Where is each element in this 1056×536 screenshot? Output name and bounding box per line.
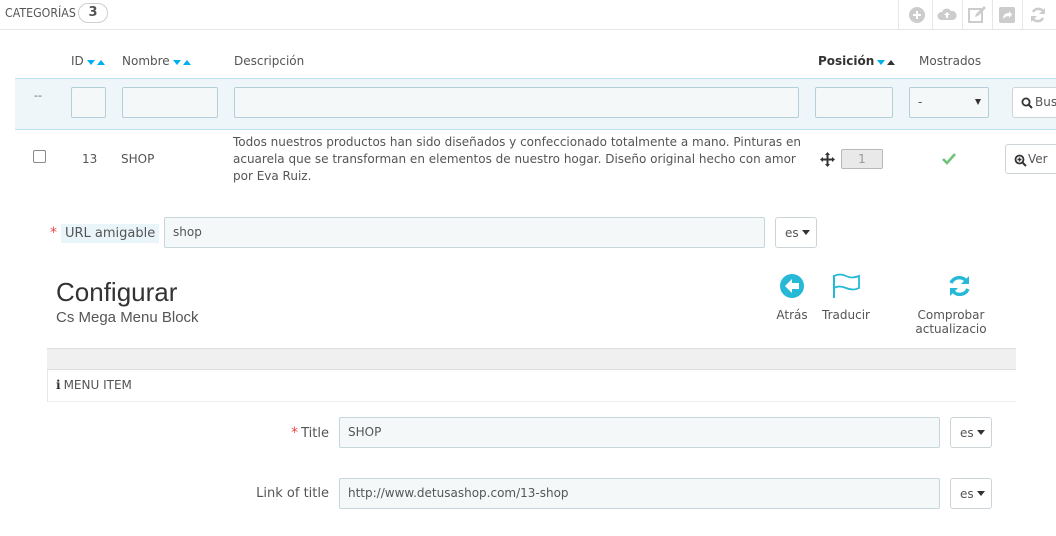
required-mark: * (50, 225, 57, 241)
url-label-text: URL amigable (61, 224, 160, 243)
add-icon[interactable] (906, 4, 928, 26)
language-dropdown[interactable]: es (775, 217, 817, 248)
search-button[interactable]: Bus (1012, 87, 1056, 118)
dropdown-arrow-icon (975, 99, 981, 105)
position-value[interactable]: 1 (841, 149, 883, 169)
export-icon[interactable] (996, 4, 1018, 26)
column-header-description: Descripción (234, 54, 305, 68)
drag-handle-icon[interactable] (820, 152, 835, 167)
zoom-in-icon (1014, 154, 1027, 167)
caret-down-icon (801, 230, 810, 235)
edit-icon[interactable] (966, 4, 988, 26)
filter-description-input[interactable] (234, 87, 799, 118)
panel-title: CATEGORÍAS (5, 6, 76, 20)
sort-icon[interactable] (86, 55, 105, 69)
toolbar-separator (1022, 0, 1023, 30)
sort-icon[interactable] (877, 55, 896, 69)
check-icon[interactable] (942, 153, 956, 165)
back-button-label[interactable]: Atrás (770, 308, 814, 322)
count-badge: 3 (78, 3, 108, 23)
column-header-id[interactable]: ID (71, 54, 105, 69)
flag-icon[interactable] (831, 273, 861, 299)
filter-placeholder: -- (34, 89, 42, 102)
filter-id-input[interactable] (71, 87, 106, 118)
view-button[interactable]: Ver (1005, 144, 1056, 174)
page-subtitle: Cs Mega Menu Block (56, 309, 199, 326)
refresh-icon[interactable] (1027, 4, 1049, 26)
column-header-name[interactable]: Nombre (122, 54, 191, 69)
link-input[interactable]: http://www.detusashop.com/13-shop (339, 478, 940, 509)
sort-icon[interactable] (172, 55, 191, 69)
filter-name-input[interactable] (122, 87, 218, 118)
refresh-icon[interactable] (946, 273, 973, 299)
url-field-label: * URL amigable (50, 224, 160, 243)
translate-button-label[interactable]: Traducir (820, 308, 872, 322)
row-checkbox[interactable] (33, 150, 46, 163)
language-dropdown[interactable]: es (950, 417, 992, 448)
toolbar-separator (962, 0, 963, 30)
row-name: SHOP (121, 152, 155, 166)
row-description: Todos nuestros productos han sido diseña… (233, 135, 801, 183)
row-id: 13 (82, 152, 98, 166)
caret-down-icon (976, 430, 985, 435)
required-mark: * (291, 425, 299, 441)
link-field-label: Link of title (256, 486, 329, 501)
toolbar-separator (932, 0, 933, 30)
toolbar-separator (898, 0, 899, 30)
menu-item-panel-title: i MENU ITEM (56, 378, 132, 392)
back-arrow-icon[interactable] (779, 273, 805, 299)
title-input[interactable]: SHOP (339, 417, 940, 448)
toolbar-separator (992, 0, 993, 30)
title-field-label: * Title (291, 425, 329, 441)
filter-position-input[interactable] (815, 87, 893, 118)
language-dropdown[interactable]: es (950, 478, 992, 509)
check-update-button-label[interactable]: Comprobar actualizacio (881, 308, 1021, 336)
column-header-position[interactable]: Posición (818, 54, 896, 69)
info-icon: i (56, 378, 61, 392)
filter-shown-select[interactable]: - (909, 87, 989, 118)
url-input[interactable]: shop (164, 217, 765, 248)
search-icon (1021, 97, 1033, 109)
menu-item-panel-header (47, 370, 1016, 402)
column-header-shown: Mostrados (919, 54, 982, 68)
page-title: Configurar (56, 277, 178, 307)
cloud-upload-icon[interactable] (936, 4, 958, 26)
panel-divider (47, 348, 1016, 370)
caret-down-icon (976, 491, 985, 496)
